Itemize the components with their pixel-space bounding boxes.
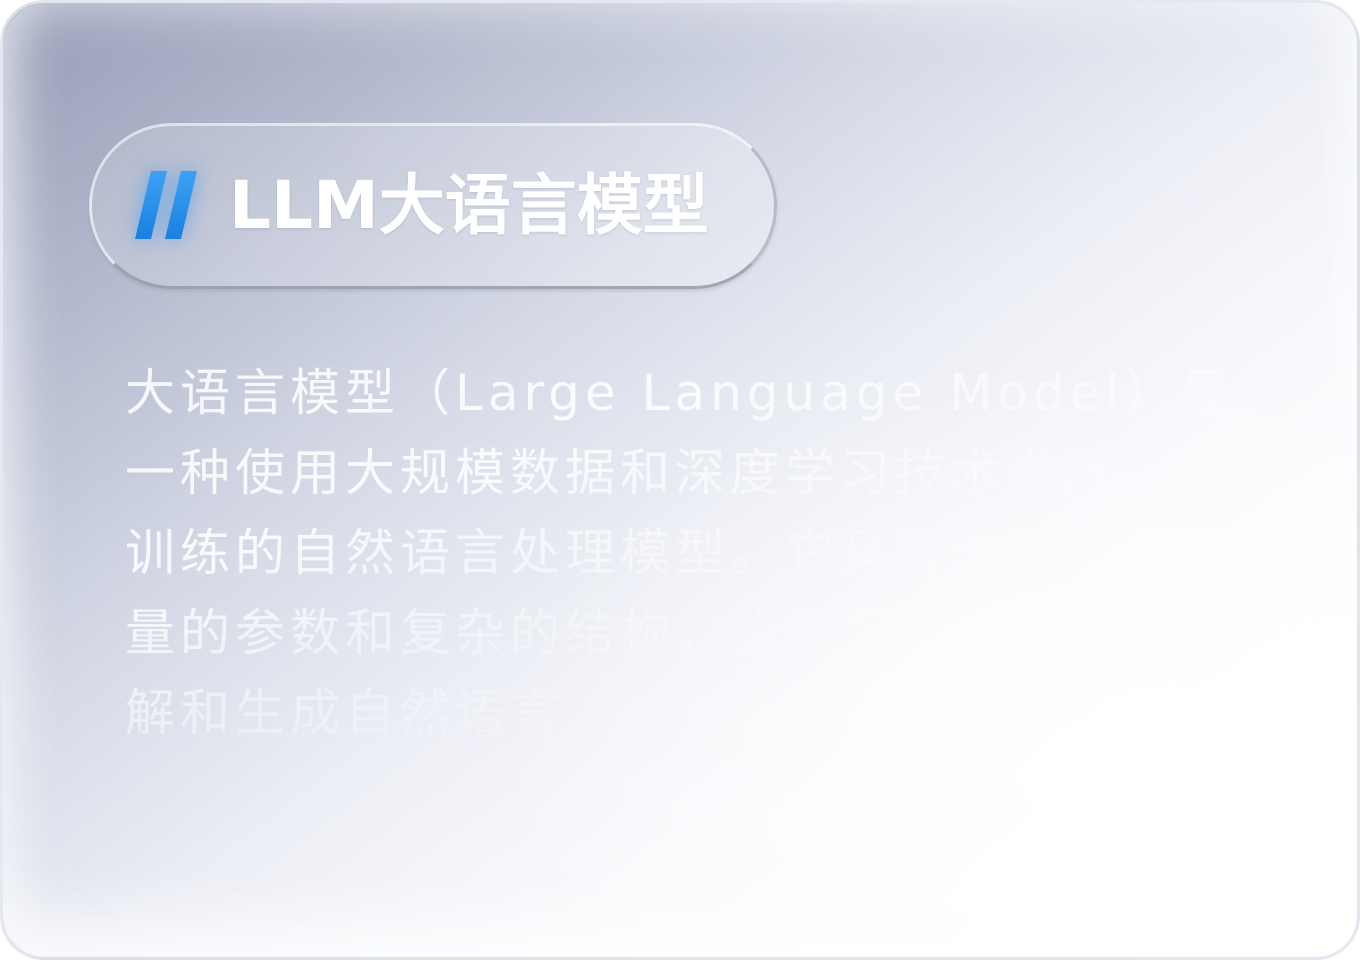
description-line: 解和生成自然语言。 (125, 684, 620, 742)
card-title: LLM大语言模型 (229, 167, 709, 244)
description-line: 训练的自然语言处理模型。它具有大 (125, 524, 1005, 582)
llm-card: LLM大语言模型 大语言模型（Large Language Model）是 一种… (0, 0, 1360, 960)
description-line: 量的参数和复杂的结构，能够更好地理 (125, 604, 1060, 662)
description-line: 大语言模型（Large Language Model）是 (125, 364, 1235, 422)
card-description: 大语言模型（Large Language Model）是 一种使用大规模数据和深… (125, 353, 1275, 753)
double-slash-icon (135, 171, 197, 239)
description-line: 一种使用大规模数据和深度学习技术进行 (125, 444, 1115, 502)
